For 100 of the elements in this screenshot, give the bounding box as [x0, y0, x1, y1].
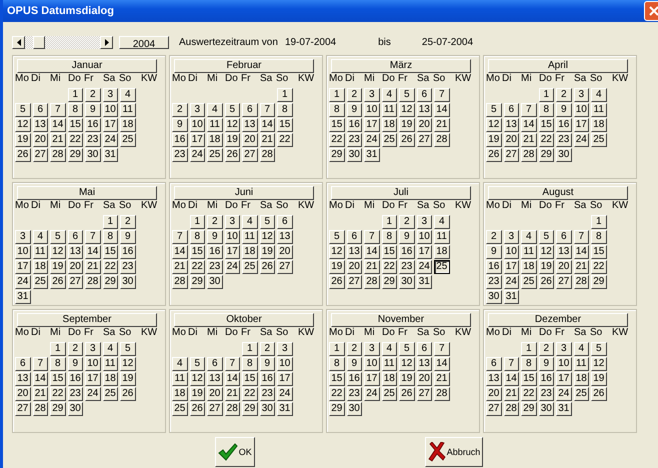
- day-button[interactable]: 3: [504, 230, 519, 244]
- day-button[interactable]: 27: [504, 148, 519, 162]
- day-button[interactable]: 16: [486, 260, 502, 274]
- day-button[interactable]: 2: [538, 342, 554, 356]
- day-button[interactable]: 25: [207, 148, 222, 162]
- day-button[interactable]: 17: [416, 245, 432, 259]
- day-button[interactable]: 18: [382, 372, 397, 386]
- day-button[interactable]: 15: [382, 245, 397, 259]
- day-button[interactable]: 18: [574, 372, 589, 386]
- day-button[interactable]: 20: [556, 260, 572, 274]
- day-button[interactable]: 8: [190, 230, 205, 244]
- day-button[interactable]: 30: [260, 402, 275, 416]
- day-button[interactable]: 6: [68, 230, 83, 244]
- day-button[interactable]: 21: [224, 387, 240, 401]
- day-button[interactable]: 17: [364, 118, 380, 132]
- day-button[interactable]: 9: [346, 357, 362, 371]
- day-button[interactable]: 1: [50, 342, 66, 356]
- day-button[interactable]: 25: [120, 133, 136, 147]
- day-button[interactable]: 1: [591, 215, 606, 229]
- day-button[interactable]: 20: [15, 387, 30, 401]
- day-button[interactable]: 6: [504, 103, 519, 117]
- day-button[interactable]: 20: [346, 260, 362, 274]
- day-button[interactable]: 14: [32, 372, 48, 386]
- day-button[interactable]: 15: [190, 245, 205, 259]
- day-button[interactable]: 14: [50, 118, 66, 132]
- day-button[interactable]: 7: [172, 230, 188, 244]
- day-button[interactable]: 18: [172, 387, 188, 401]
- day-button[interactable]: 13: [556, 245, 572, 259]
- day-button[interactable]: 27: [556, 275, 572, 289]
- day-button[interactable]: 22: [329, 133, 344, 147]
- month-button[interactable]: März: [331, 59, 471, 73]
- day-button[interactable]: 21: [32, 387, 48, 401]
- day-button[interactable]: 5: [190, 357, 205, 371]
- day-button[interactable]: 10: [224, 230, 240, 244]
- month-button[interactable]: November: [331, 313, 471, 327]
- day-button[interactable]: 2: [556, 88, 572, 102]
- day-button[interactable]: 2: [346, 88, 362, 102]
- day-button[interactable]: 6: [416, 88, 432, 102]
- day-button[interactable]: 7: [50, 103, 66, 117]
- day-button[interactable]: 4: [242, 215, 258, 229]
- day-button[interactable]: 19: [329, 260, 344, 274]
- day-button[interactable]: 31: [15, 290, 30, 304]
- day-button[interactable]: 11: [434, 230, 450, 244]
- day-button[interactable]: 17: [277, 372, 292, 386]
- day-button[interactable]: 22: [521, 387, 536, 401]
- day-button[interactable]: 16: [346, 372, 362, 386]
- day-button[interactable]: 29: [538, 148, 554, 162]
- day-button[interactable]: 15: [102, 245, 118, 259]
- day-button[interactable]: 9: [260, 357, 275, 371]
- day-button[interactable]: 5: [260, 215, 275, 229]
- day-button[interactable]: 9: [486, 245, 502, 259]
- day-button[interactable]: 10: [190, 118, 205, 132]
- month-button[interactable]: Juni: [174, 186, 314, 200]
- day-button[interactable]: 13: [504, 118, 519, 132]
- day-button[interactable]: 27: [68, 275, 83, 289]
- day-button[interactable]: 21: [574, 260, 589, 274]
- day-button[interactable]: 6: [556, 230, 572, 244]
- day-button[interactable]: 25: [591, 133, 606, 147]
- day-button[interactable]: 15: [538, 118, 554, 132]
- year-button[interactable]: 2004: [119, 36, 169, 48]
- day-button[interactable]: 13: [416, 103, 432, 117]
- day-button[interactable]: 28: [224, 402, 240, 416]
- day-button[interactable]: 17: [190, 133, 205, 147]
- day-button[interactable]: 11: [172, 372, 188, 386]
- day-button[interactable]: 17: [102, 118, 118, 132]
- day-button[interactable]: 3: [277, 342, 292, 356]
- day-button[interactable]: 26: [399, 133, 414, 147]
- day-button[interactable]: 21: [504, 387, 519, 401]
- day-button[interactable]: 10: [15, 245, 30, 259]
- month-button[interactable]: September: [17, 313, 157, 327]
- day-button[interactable]: 27: [416, 387, 432, 401]
- day-button[interactable]: 16: [556, 118, 572, 132]
- day-button[interactable]: 19: [591, 372, 606, 386]
- day-button[interactable]: 23: [399, 260, 414, 274]
- day-button[interactable]: 13: [242, 118, 258, 132]
- day-button[interactable]: 3: [102, 88, 118, 102]
- day-button[interactable]: 7: [364, 230, 380, 244]
- day-button[interactable]: 23: [346, 133, 362, 147]
- day-button[interactable]: 16: [85, 118, 100, 132]
- day-button[interactable]: 16: [538, 372, 554, 386]
- day-button[interactable]: 29: [329, 148, 344, 162]
- day-button[interactable]: 20: [504, 133, 519, 147]
- day-button[interactable]: 12: [486, 118, 502, 132]
- day-button[interactable]: 27: [416, 133, 432, 147]
- day-button[interactable]: 3: [190, 103, 205, 117]
- day-button[interactable]: 3: [556, 342, 572, 356]
- day-button[interactable]: 15: [591, 245, 606, 259]
- day-button[interactable]: 16: [346, 118, 362, 132]
- scroll-right-button[interactable]: [100, 36, 113, 48]
- day-button[interactable]: 29: [329, 402, 344, 416]
- day-button[interactable]: 23: [538, 387, 554, 401]
- day-button[interactable]: 21: [364, 260, 380, 274]
- day-button[interactable]: 28: [85, 275, 100, 289]
- month-button[interactable]: Januar: [17, 59, 157, 73]
- day-button[interactable]: 21: [50, 133, 66, 147]
- day-button[interactable]: 15: [521, 372, 536, 386]
- day-button[interactable]: 10: [277, 357, 292, 371]
- day-button[interactable]: 30: [120, 275, 136, 289]
- day-button[interactable]: 7: [521, 103, 536, 117]
- day-button[interactable]: 24: [416, 260, 432, 274]
